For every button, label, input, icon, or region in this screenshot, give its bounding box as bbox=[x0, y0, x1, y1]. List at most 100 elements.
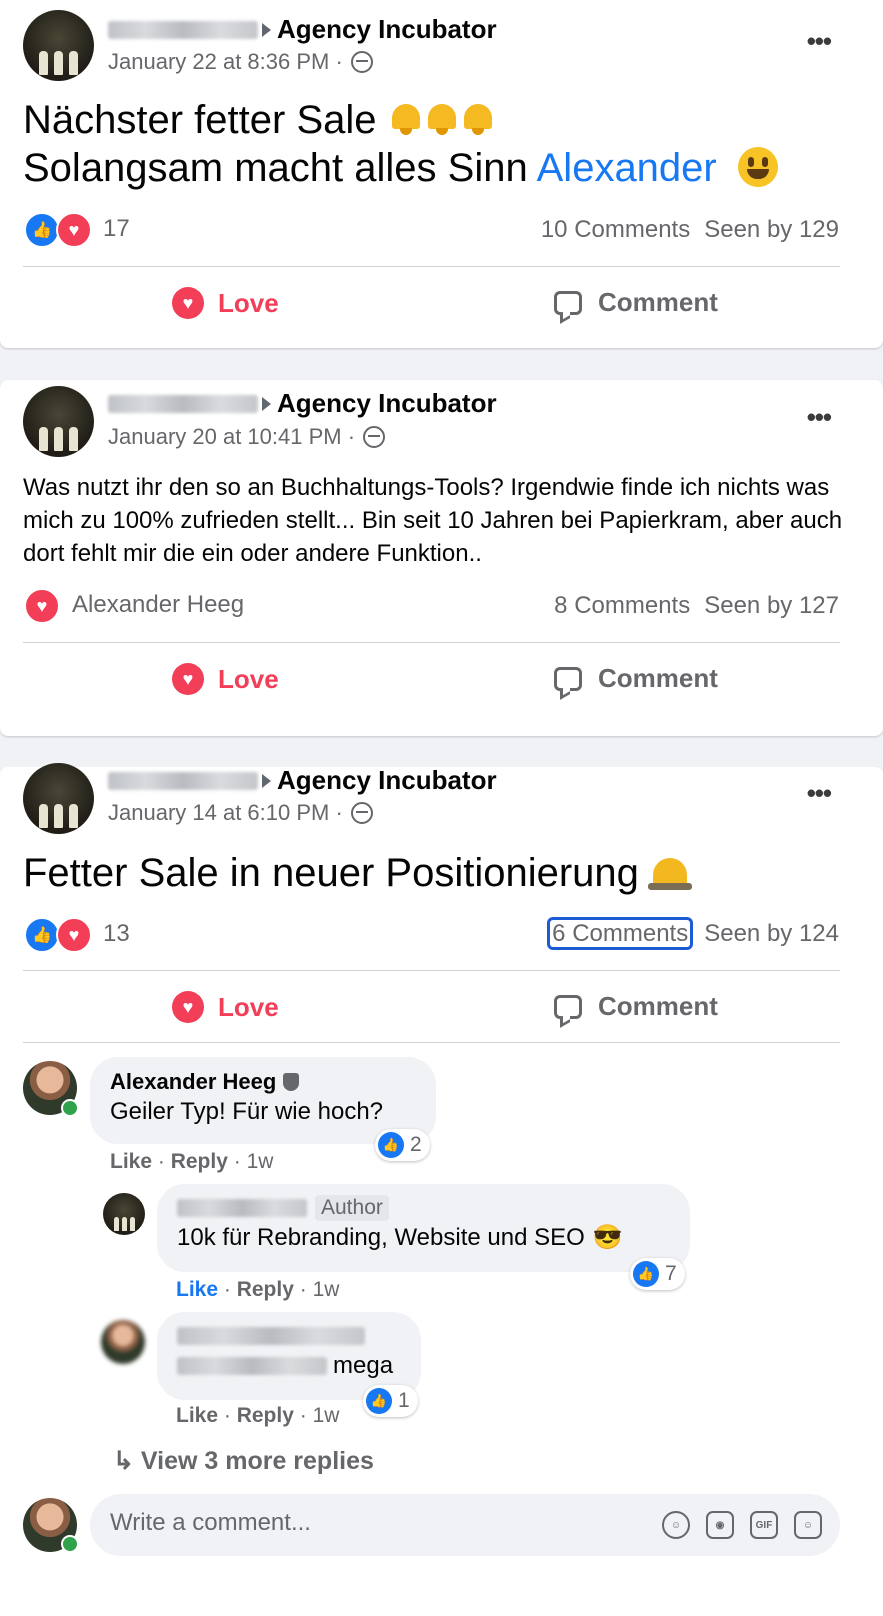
heart-icon: ♥ bbox=[172, 991, 204, 1023]
comment-reaction-pill[interactable]: 👍 7 bbox=[630, 1258, 685, 1290]
love-button[interactable]: ♥ Love bbox=[172, 663, 279, 695]
heart-icon: ♥ bbox=[172, 663, 204, 695]
service-bell-emoji-icon bbox=[647, 852, 693, 892]
like-reaction-icon: 👍 bbox=[366, 1388, 392, 1414]
comment-text: mega bbox=[177, 1350, 401, 1382]
gif-icon[interactable]: GIF bbox=[750, 1511, 778, 1539]
comment-reaction-pill[interactable]: 👍 2 bbox=[375, 1129, 430, 1161]
post-date[interactable]: January 14 at 6:10 PM · bbox=[108, 800, 343, 826]
comment-button[interactable]: Comment bbox=[554, 991, 718, 1022]
comment-reaction-pill[interactable]: 👍 1 bbox=[363, 1385, 418, 1417]
reply-avatar[interactable] bbox=[103, 1193, 145, 1235]
divider bbox=[23, 970, 840, 971]
comment-actions: Like · Reply · 1w bbox=[176, 1278, 340, 1301]
bell-emoji-icon bbox=[424, 101, 460, 137]
comment-author[interactable]: Alexander Heeg bbox=[110, 1068, 416, 1096]
comment-text: 10k für Rebranding, Website und SEO 😎 bbox=[177, 1222, 670, 1254]
reaction-count[interactable]: 17 bbox=[103, 215, 130, 243]
comment-bubble-icon bbox=[554, 994, 582, 1019]
comments-count-link[interactable]: 10 Comments bbox=[541, 216, 690, 243]
online-status-dot bbox=[61, 1099, 79, 1117]
like-reaction-icon[interactable]: 👍 bbox=[24, 212, 60, 248]
post-stats: 6 Comments Seen by 124 bbox=[547, 917, 839, 950]
bell-emoji-icon bbox=[460, 101, 496, 137]
shield-badge-icon bbox=[283, 1073, 300, 1091]
arrow-right-icon bbox=[262, 773, 271, 788]
comment-placeholder: Write a comment... bbox=[110, 1509, 311, 1536]
seen-by-link[interactable]: Seen by 129 bbox=[704, 216, 839, 243]
post-header: Agency Incubator bbox=[108, 388, 497, 419]
comment-button[interactable]: Comment bbox=[554, 663, 718, 694]
post-stats: 10 Comments Seen by 129 bbox=[541, 216, 839, 244]
audience-icon bbox=[350, 51, 373, 73]
comment-like-button[interactable]: Like bbox=[110, 1150, 152, 1173]
comment-tools: ☺ ◉ GIF ☺ bbox=[662, 1511, 822, 1539]
love-button[interactable]: ♥ Love bbox=[172, 991, 279, 1023]
group-avatar[interactable] bbox=[23, 386, 94, 457]
reply-arrow-icon: ↳ bbox=[113, 1447, 141, 1475]
group-avatar[interactable] bbox=[23, 10, 94, 81]
post-header: Agency Incubator bbox=[108, 14, 497, 45]
divider bbox=[23, 1042, 840, 1043]
emoji-icon[interactable]: ☺ bbox=[662, 1511, 690, 1539]
comment-reply-button[interactable]: Reply bbox=[237, 1278, 294, 1301]
comment-time[interactable]: 1w bbox=[313, 1404, 340, 1427]
post-text-line1: Nächster fetter Sale bbox=[23, 96, 496, 144]
write-comment-input[interactable]: Write a comment... ☺ ◉ GIF ☺ bbox=[90, 1494, 840, 1556]
comment-text: Geiler Typ! Für wie hoch? bbox=[110, 1098, 384, 1125]
more-options-icon[interactable]: ••• bbox=[807, 402, 832, 433]
view-more-replies-button[interactable]: ↳ View 3 more replies bbox=[113, 1446, 374, 1476]
author-name-blurred[interactable] bbox=[108, 771, 258, 790]
reaction-count[interactable]: 13 bbox=[103, 920, 130, 948]
comment-time[interactable]: 1w bbox=[313, 1278, 340, 1301]
group-name[interactable]: Agency Incubator bbox=[277, 765, 497, 796]
comments-count-link[interactable]: 6 Comments bbox=[547, 917, 694, 950]
author-name-blurred[interactable] bbox=[177, 1327, 365, 1345]
comment-time[interactable]: 1w bbox=[247, 1150, 274, 1173]
group-name[interactable]: Agency Incubator bbox=[277, 14, 497, 45]
reactor-name[interactable]: Alexander Heeg bbox=[72, 591, 244, 619]
group-avatar[interactable] bbox=[23, 763, 94, 834]
comment-reply-button[interactable]: Reply bbox=[237, 1404, 294, 1427]
comments-count-link[interactable]: 8 Comments bbox=[554, 592, 690, 619]
post-stats: 8 Comments Seen by 127 bbox=[554, 592, 839, 620]
mention-blurred[interactable] bbox=[177, 1357, 327, 1375]
group-name[interactable]: Agency Incubator bbox=[277, 388, 497, 419]
comment-bubble-icon bbox=[554, 666, 582, 691]
comment-author[interactable]: Author bbox=[177, 1194, 670, 1222]
audience-icon bbox=[350, 802, 373, 824]
divider bbox=[23, 266, 840, 267]
post-date[interactable]: January 22 at 8:36 PM · bbox=[108, 49, 343, 75]
bell-emoji-icon bbox=[388, 101, 424, 137]
comment-like-button[interactable]: Like bbox=[176, 1278, 218, 1301]
seen-by-link[interactable]: Seen by 124 bbox=[704, 920, 839, 947]
sticker-icon[interactable]: ☺ bbox=[794, 1511, 822, 1539]
author-name-blurred[interactable] bbox=[177, 1199, 307, 1217]
arrow-right-icon bbox=[262, 396, 271, 411]
more-options-icon[interactable]: ••• bbox=[807, 778, 832, 809]
camera-icon[interactable]: ◉ bbox=[706, 1511, 734, 1539]
post-date[interactable]: January 20 at 10:41 PM · bbox=[108, 424, 355, 450]
comment-button[interactable]: Comment bbox=[554, 287, 718, 318]
like-reaction-icon[interactable]: 👍 bbox=[24, 917, 60, 953]
comment-reply-button[interactable]: Reply bbox=[171, 1150, 228, 1173]
love-reaction-icon[interactable]: ♥ bbox=[56, 917, 92, 953]
comment-like-button[interactable]: Like bbox=[176, 1404, 218, 1427]
online-status-dot bbox=[61, 1535, 79, 1553]
mention-link[interactable]: Alexander bbox=[537, 146, 717, 190]
love-reaction-icon[interactable]: ♥ bbox=[24, 588, 60, 624]
audience-icon bbox=[363, 426, 386, 448]
seen-by-link[interactable]: Seen by 127 bbox=[704, 592, 839, 619]
author-name-blurred[interactable] bbox=[108, 394, 258, 413]
love-reaction-icon[interactable]: ♥ bbox=[56, 212, 92, 248]
post-meta: January 20 at 10:41 PM · bbox=[108, 424, 386, 450]
reply-avatar-blurred[interactable] bbox=[101, 1320, 145, 1364]
comment-author[interactable] bbox=[177, 1322, 401, 1350]
comment-actions: Like · Reply · 1w bbox=[110, 1150, 274, 1173]
like-reaction-icon: 👍 bbox=[633, 1261, 659, 1287]
heart-icon: ♥ bbox=[172, 287, 204, 319]
author-name-blurred[interactable] bbox=[108, 20, 258, 39]
love-button[interactable]: ♥ Love bbox=[172, 287, 279, 319]
more-options-icon[interactable]: ••• bbox=[807, 26, 832, 57]
post-text-line1: Fetter Sale in neuer Positionierung bbox=[23, 849, 693, 897]
